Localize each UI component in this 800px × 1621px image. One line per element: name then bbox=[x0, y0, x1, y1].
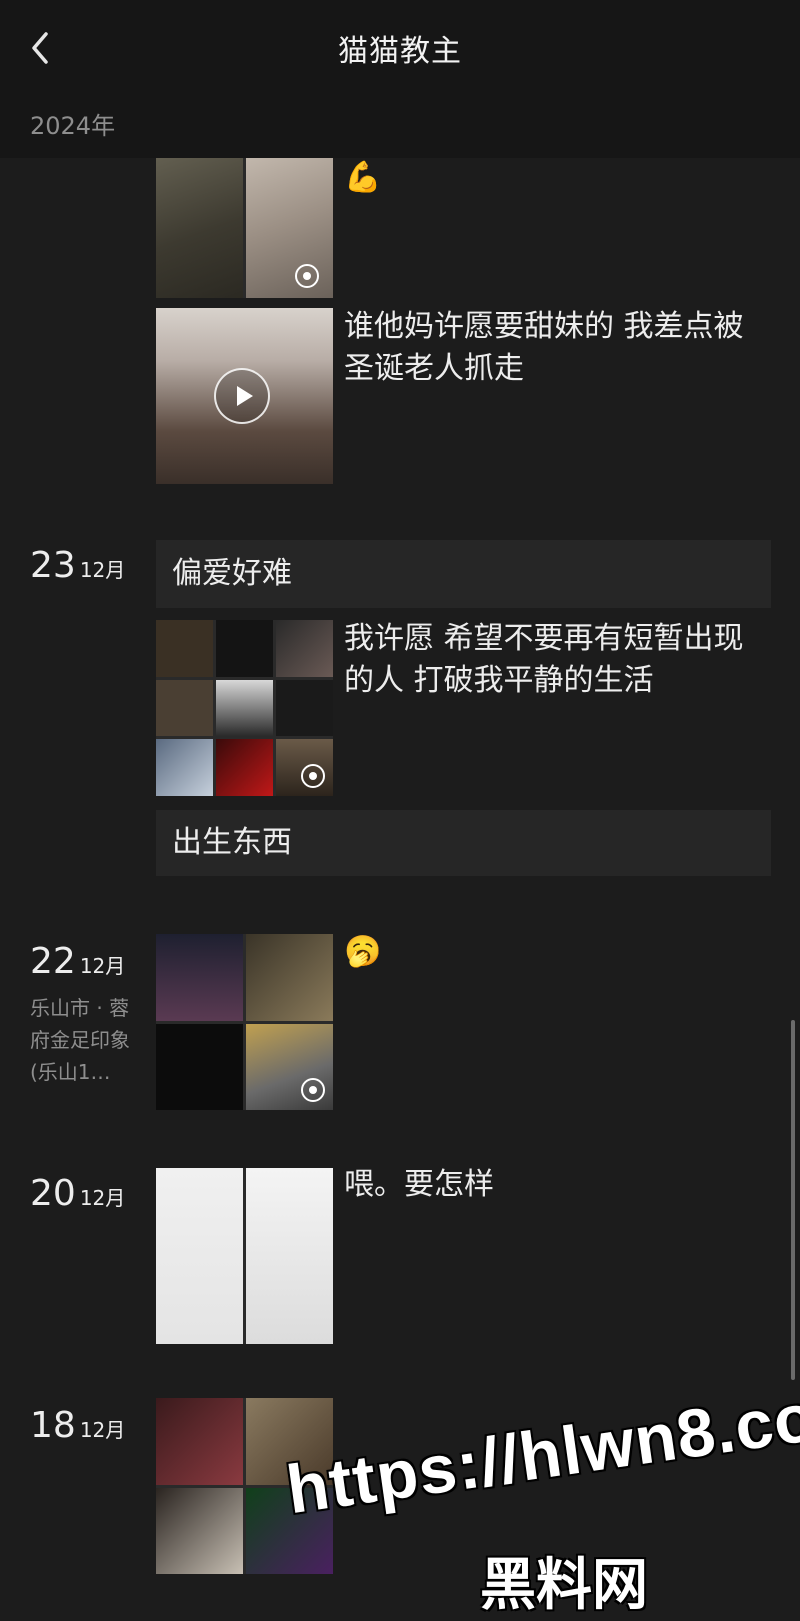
post-location[interactable]: 乐山市 · 蓉府金足印象 (乐山1… bbox=[30, 992, 142, 1088]
post-date: 23 12月 bbox=[30, 548, 125, 584]
post-text: 谁他妈许愿要甜妹的 我差点被圣诞老人抓走 bbox=[344, 309, 744, 386]
post-day: 23 bbox=[30, 545, 76, 586]
photo-thumbnail[interactable] bbox=[156, 934, 243, 1021]
post-text: 喂。要怎样 bbox=[344, 1167, 494, 1202]
photo-thumbnail[interactable] bbox=[216, 620, 273, 677]
top-navigation-bar: 猫猫教主 2024年 bbox=[0, 0, 800, 158]
photo-thumbnail[interactable] bbox=[246, 1168, 333, 1344]
photo-thumbnail[interactable] bbox=[246, 934, 333, 1021]
scrollbar[interactable] bbox=[791, 1020, 795, 1380]
post-month: 12月 bbox=[79, 1418, 126, 1442]
photo-thumbnail[interactable] bbox=[216, 679, 273, 737]
post-emoji: 💪 bbox=[344, 160, 382, 195]
post-date: 22 12月 bbox=[30, 944, 125, 980]
year-label: 2024年 bbox=[30, 112, 116, 140]
photo-thumbnail[interactable] bbox=[156, 620, 213, 677]
photo-thumbnail[interactable] bbox=[276, 739, 333, 796]
post-month: 12月 bbox=[79, 954, 126, 978]
live-photo-icon bbox=[301, 764, 325, 788]
photo-thumbnail[interactable] bbox=[156, 679, 213, 737]
photo-thumbnail[interactable] bbox=[276, 679, 333, 737]
photo-thumbnail[interactable] bbox=[156, 1168, 243, 1344]
post-text: 我许愿 希望不要再有短暂出现的人 打破我平静的生活 bbox=[344, 621, 744, 698]
photo-thumbnail[interactable] bbox=[156, 1487, 243, 1574]
photo-thumbnail[interactable] bbox=[246, 1023, 333, 1110]
photo-thumbnail[interactable] bbox=[276, 620, 333, 677]
play-icon[interactable] bbox=[214, 368, 270, 424]
text-post[interactable]: 出生东西 bbox=[156, 810, 771, 876]
post-day: 18 bbox=[30, 1405, 76, 1446]
post-day: 22 bbox=[30, 941, 76, 982]
video-thumbnail[interactable] bbox=[156, 308, 333, 484]
photo-thumbnail[interactable] bbox=[156, 1023, 243, 1110]
photo-grid[interactable] bbox=[156, 620, 333, 796]
photo-thumbnail[interactable] bbox=[216, 739, 273, 796]
post-emoji: 🥱 bbox=[344, 934, 382, 969]
photo-grid[interactable] bbox=[156, 1168, 333, 1344]
post-month: 12月 bbox=[79, 558, 126, 582]
page-title: 猫猫教主 bbox=[338, 34, 462, 69]
post-date: 18 12月 bbox=[30, 1408, 125, 1444]
moments-feed: 💪 谁他妈许愿要甜妹的 我差点被圣诞老人抓走 23 12月 偏爱好难 我许愿 希望… bbox=[0, 0, 800, 1618]
text-post[interactable]: 偏爱好难 bbox=[156, 540, 771, 608]
post-month: 12月 bbox=[79, 1186, 126, 1210]
photo-grid[interactable] bbox=[156, 934, 333, 1110]
post-day: 20 bbox=[30, 1173, 76, 1214]
photo-thumbnail[interactable] bbox=[156, 1398, 243, 1485]
live-photo-icon bbox=[301, 1078, 325, 1102]
post-date: 20 12月 bbox=[30, 1176, 125, 1212]
live-photo-icon bbox=[295, 264, 319, 288]
photo-thumbnail[interactable] bbox=[156, 739, 213, 796]
watermark-name: 黑料网 bbox=[480, 1553, 648, 1618]
